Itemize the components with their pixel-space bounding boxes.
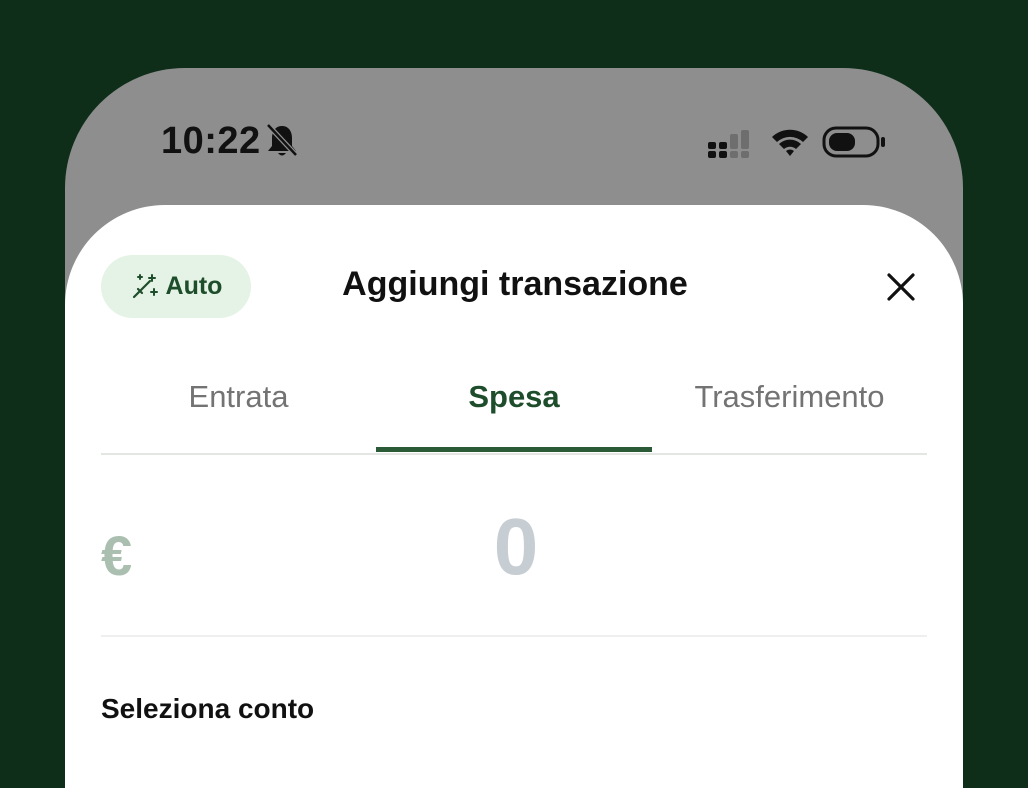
wifi-icon: [772, 129, 808, 156]
transaction-type-tabs: Entrata Spesa Trasferimento: [101, 355, 927, 455]
sheet-title: Aggiungi transazione: [342, 265, 688, 303]
status-bar: 10:22: [65, 68, 963, 208]
bell-slash-icon: [266, 123, 298, 157]
amount-row: € 0: [101, 495, 927, 637]
signal-icon: [708, 130, 749, 158]
currency-symbol: €: [101, 524, 133, 587]
amount-input[interactable]: 0: [401, 501, 631, 593]
status-time: 10:22: [161, 120, 261, 162]
tab-entrata[interactable]: Entrata: [101, 379, 376, 419]
add-transaction-sheet: Auto Aggiungi transazione Entrata Spesa …: [65, 205, 963, 788]
tab-trasferimento[interactable]: Trasferimento: [652, 379, 927, 419]
auto-button[interactable]: Auto: [101, 255, 251, 318]
auto-button-label: Auto: [165, 272, 223, 300]
phone-frame: 10:22 Auto Aggiungi transazione Entrata …: [65, 68, 963, 788]
close-icon[interactable]: [881, 267, 921, 307]
select-account-label: Seleziona conto: [101, 693, 315, 724]
tab-spesa[interactable]: Spesa: [376, 379, 652, 419]
active-tab-indicator: [376, 447, 652, 452]
battery-icon: [822, 126, 885, 158]
magic-wand-icon: [132, 273, 158, 298]
